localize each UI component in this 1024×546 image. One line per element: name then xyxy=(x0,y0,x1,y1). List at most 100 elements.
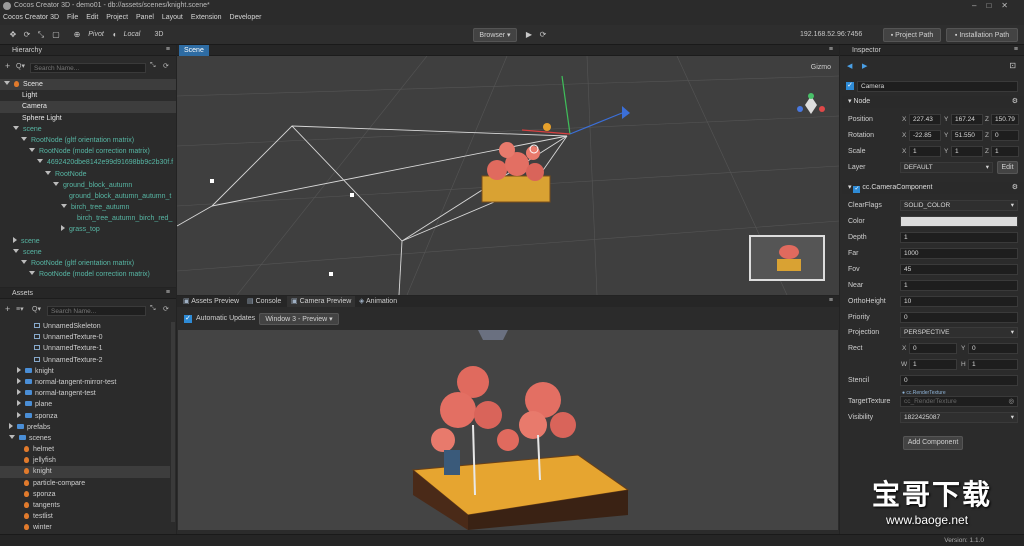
rotate-tool-icon[interactable]: ⟳ xyxy=(22,28,32,42)
menu-developer[interactable]: Developer xyxy=(230,14,262,21)
lock-icon[interactable]: ⊡ xyxy=(1009,61,1016,70)
sort-icon[interactable]: ≡▾ xyxy=(16,305,24,313)
asset-folder[interactable]: plane xyxy=(0,399,170,410)
far-input[interactable]: 1000 xyxy=(900,248,1018,259)
menu-project[interactable]: Project xyxy=(106,14,128,21)
target-texture-field[interactable]: cc_RenderTexture ◎ xyxy=(900,396,1018,407)
tree-node[interactable]: scene xyxy=(0,236,176,247)
locate-icon[interactable]: ◎ xyxy=(1008,397,1014,406)
tree-node[interactable]: birch_tree_autumn_birch_red_ xyxy=(0,213,176,224)
tab-assets-preview[interactable]: ▣ Assets Preview xyxy=(179,296,243,307)
panel-menu-icon[interactable]: ≡ xyxy=(166,289,170,296)
asset-scene[interactable]: winter xyxy=(0,522,170,533)
tree-node[interactable]: 4692420dbe8142e99d91698bb9c2b30f.f xyxy=(0,157,176,168)
rect-x-input[interactable]: 0 xyxy=(909,343,957,354)
menu-extension[interactable]: Extension xyxy=(191,14,222,21)
asset-folder[interactable]: knight xyxy=(0,366,170,377)
assets-scrollbar[interactable] xyxy=(171,322,175,522)
tree-node[interactable]: scene xyxy=(0,247,176,258)
refresh-icon[interactable]: ⟳ xyxy=(538,28,548,42)
asset-item[interactable]: UnnamedTexture-1 xyxy=(0,343,170,354)
tree-node-light[interactable]: Light xyxy=(0,90,176,101)
tree-node[interactable]: RootNode (model correction matrix) xyxy=(0,146,176,157)
pivot-icon[interactable]: ⊕ xyxy=(72,28,82,42)
scale-tool-icon[interactable]: ⤡ xyxy=(36,28,46,42)
projection-select[interactable]: PERSPECTIVE ▾ xyxy=(900,327,1018,338)
gear-icon[interactable]: ⚙ xyxy=(1012,96,1018,108)
assets-search-input[interactable]: Search Name... xyxy=(47,306,146,316)
menu-layout[interactable]: Layout xyxy=(162,14,183,21)
play-icon[interactable]: ▶ xyxy=(524,28,534,42)
asset-item[interactable]: UnnamedTexture-2 xyxy=(0,355,170,366)
rotation-x-input[interactable]: -22.85 xyxy=(909,130,941,141)
browser-select[interactable]: Browser ▾ xyxy=(473,28,517,42)
tree-node[interactable]: RootNode (gltf orientation matrix) xyxy=(0,135,176,146)
local-toggle[interactable]: Local xyxy=(122,28,142,42)
layer-select[interactable]: DEFAULT ▾ xyxy=(900,162,993,173)
scale-z-input[interactable]: 1 xyxy=(991,146,1019,157)
auto-update-checkbox[interactable]: ✓ xyxy=(184,315,192,323)
scale-x-input[interactable]: 1 xyxy=(909,146,941,157)
tree-node[interactable]: RootNode xyxy=(0,169,176,180)
stencil-input[interactable]: 0 xyxy=(900,375,1018,386)
menu-edit[interactable]: Edit xyxy=(86,14,98,21)
position-x-input[interactable]: 227.43 xyxy=(909,114,941,125)
near-input[interactable]: 1 xyxy=(900,280,1018,291)
rect-y-input[interactable]: 0 xyxy=(968,343,1018,354)
fov-input[interactable]: 45 xyxy=(900,264,1018,275)
asset-item[interactable]: UnnamedSkeleton xyxy=(0,321,170,332)
back-icon[interactable]: ◀ xyxy=(847,62,852,70)
orthoheight-input[interactable]: 10 xyxy=(900,296,1018,307)
tree-node[interactable]: RootNode (model correction matrix) xyxy=(0,269,176,280)
asset-scene[interactable]: helmet xyxy=(0,444,170,455)
gear-icon[interactable]: ⚙ xyxy=(1012,182,1018,194)
rect-w-input[interactable]: 1 xyxy=(909,359,957,370)
rotation-y-input[interactable]: 51.550 xyxy=(951,130,983,141)
local-icon[interactable]: ◐ xyxy=(110,28,120,42)
position-z-input[interactable]: 150.79 xyxy=(991,114,1019,125)
search-type-icon[interactable]: Q▾ xyxy=(32,305,41,313)
asset-folder[interactable]: sponza xyxy=(0,411,170,422)
preview-window-select[interactable]: Window 3 - Preview ▾ xyxy=(259,313,339,325)
installation-path-button[interactable]: ▪ Installation Path xyxy=(946,28,1018,42)
tree-node-camera[interactable]: Camera xyxy=(0,101,176,113)
menu-file[interactable]: File xyxy=(67,14,78,21)
depth-input[interactable]: 1 xyxy=(900,232,1018,243)
scale-y-input[interactable]: 1 xyxy=(951,146,983,157)
add-node-icon[interactable]: + xyxy=(5,61,10,71)
forward-icon[interactable]: ▶ xyxy=(862,62,867,70)
asset-scene[interactable]: sponza xyxy=(0,489,170,500)
scene-viewport[interactable] xyxy=(177,56,839,295)
refresh-icon[interactable]: ⟳ xyxy=(163,305,169,313)
node-name-input[interactable]: Camera xyxy=(857,81,1018,92)
asset-folder[interactable]: scenes xyxy=(0,433,170,444)
asset-scene[interactable]: jellyfish xyxy=(0,455,170,466)
priority-input[interactable]: 0 xyxy=(900,312,1018,323)
panel-menu-icon[interactable]: ≡ xyxy=(829,46,833,53)
asset-folder[interactable]: normal-tangent-mirror-test xyxy=(0,377,170,388)
tree-node-scene[interactable]: Scene xyxy=(0,79,176,91)
asset-scene[interactable]: tangents xyxy=(0,500,170,511)
tree-node[interactable]: ground_block_autumn xyxy=(0,180,176,191)
rect-tool-icon[interactable]: ▢ xyxy=(51,28,61,42)
tree-node[interactable]: scene xyxy=(0,124,176,135)
refresh-icon[interactable]: ⟳ xyxy=(163,62,169,70)
tree-node[interactable]: ground_block_autumn_autumn_t xyxy=(0,191,176,202)
tree-node-sphere-light[interactable]: Sphere Light xyxy=(0,113,176,124)
layer-edit-button[interactable]: Edit xyxy=(997,161,1018,174)
clearflags-select[interactable]: SOLID_COLOR ▾ xyxy=(900,200,1018,211)
tab-animation[interactable]: ◈ Animation xyxy=(355,296,401,307)
move-tool-icon[interactable]: ✥ xyxy=(8,28,18,42)
node-active-checkbox[interactable]: ✓ xyxy=(846,82,854,90)
asset-folder[interactable]: prefabs xyxy=(0,422,170,433)
tab-scene[interactable]: Scene xyxy=(179,45,209,56)
panel-menu-icon[interactable]: ≡ xyxy=(829,297,833,304)
collapse-icon[interactable]: ⤡ xyxy=(150,305,156,313)
component-enabled-checkbox[interactable]: ✓ xyxy=(853,186,861,193)
panel-menu-icon[interactable]: ≡ xyxy=(166,46,170,53)
tree-node[interactable]: RootNode (gltf orientation matrix) xyxy=(0,258,176,269)
asset-folder[interactable]: normal-tangent-test xyxy=(0,388,170,399)
visibility-select[interactable]: 1822425087 ▾ xyxy=(900,412,1018,423)
project-path-button[interactable]: ▪ Project Path xyxy=(883,28,941,42)
hierarchy-search-input[interactable]: Search Name... xyxy=(30,63,146,73)
